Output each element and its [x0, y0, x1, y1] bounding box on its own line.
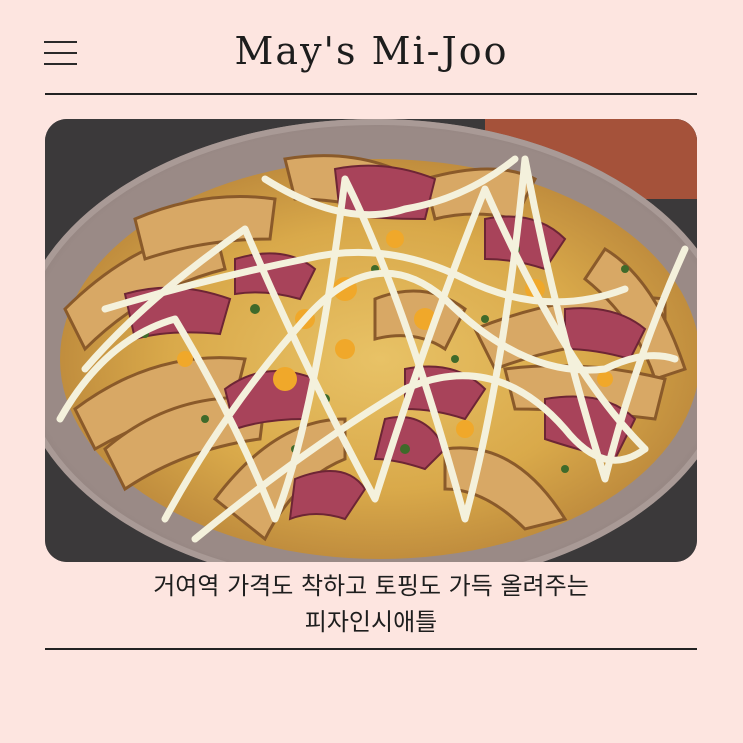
post-hero-image[interactable] — [45, 119, 697, 562]
site-title[interactable]: May's Mi-Joo — [0, 26, 743, 76]
pizza-photo — [45, 119, 697, 562]
post-caption-line-1[interactable]: 거여역 가격도 착하고 토핑도 가득 올려주는 — [45, 570, 697, 602]
site-header: May's Mi-Joo — [0, 0, 743, 95]
post-caption-line-2[interactable]: 피자인시애틀 — [45, 606, 697, 638]
caption-divider — [45, 648, 697, 650]
header-divider — [45, 93, 697, 95]
